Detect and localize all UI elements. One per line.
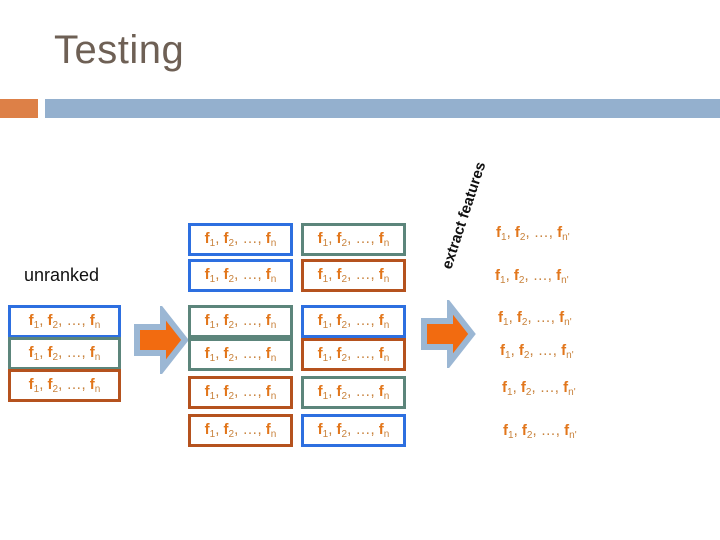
- extracted-row-4: f1, f2, …, fn': [500, 342, 574, 361]
- arrow-ranked-to-extracted-icon: [421, 300, 476, 368]
- slide-canvas: Testing unranked f1, f2, …, fn f1, f2, ……: [0, 0, 720, 540]
- feature-list-text: f1, f2, …, fn: [317, 229, 390, 249]
- feature-list-text: f1, f2, …, fn: [317, 420, 390, 440]
- extracted-row-2: f1, f2, …, fn': [495, 267, 569, 286]
- ranked-right-box-2[interactable]: f1, f2, …, fn: [301, 259, 406, 292]
- feature-list-text: f1, f2, …, fn: [317, 344, 390, 364]
- feature-list-text: f1, f2, …, fn: [28, 311, 101, 331]
- ranked-right-box-3[interactable]: f1, f2, …, fn: [301, 305, 406, 338]
- extracted-row-3: f1, f2, …, fn': [498, 309, 572, 328]
- ranked-right-box-1[interactable]: f1, f2, …, fn: [301, 223, 406, 256]
- extracted-row-6: f1, f2, …, fn': [503, 422, 577, 441]
- ranked-left-box-6[interactable]: f1, f2, …, fn: [188, 414, 293, 447]
- unranked-box-2[interactable]: f1, f2, …, fn: [8, 337, 121, 370]
- extracted-row-1: f1, f2, …, fn': [496, 224, 570, 243]
- feature-list-text: f1, f2, …, fn: [28, 343, 101, 363]
- feature-list-text: f1, f2, …, fn: [28, 375, 101, 395]
- extracted-row-5: f1, f2, …, fn': [502, 379, 576, 398]
- unranked-box-1[interactable]: f1, f2, …, fn: [8, 305, 121, 338]
- title-accent-blue-bar: [45, 99, 720, 118]
- feature-list-text: f1, f2, …, fn: [317, 311, 390, 331]
- feature-list-text: f1, f2, …, fn: [204, 420, 277, 440]
- title-accent-orange-block: [0, 99, 38, 118]
- arrow-unranked-to-ranked-icon: [134, 306, 189, 374]
- page-title: Testing: [54, 28, 185, 72]
- label-extract-features: extract features: [438, 159, 490, 272]
- ranked-left-box-4[interactable]: f1, f2, …, fn: [188, 338, 293, 371]
- feature-list-text: f1, f2, …, fn: [204, 265, 277, 285]
- unranked-box-3[interactable]: f1, f2, …, fn: [8, 369, 121, 402]
- ranked-left-box-1[interactable]: f1, f2, …, fn: [188, 223, 293, 256]
- feature-list-text: f1, f2, …, fn: [317, 382, 390, 402]
- ranked-right-box-5[interactable]: f1, f2, …, fn: [301, 376, 406, 409]
- ranked-left-box-3[interactable]: f1, f2, …, fn: [188, 305, 293, 338]
- label-unranked: unranked: [24, 265, 100, 285]
- feature-list-text: f1, f2, …, fn: [204, 311, 277, 331]
- feature-list-text: f1, f2, …, fn: [204, 382, 277, 402]
- feature-list-text: f1, f2, …, fn: [204, 229, 277, 249]
- feature-list-text: f1, f2, …, fn: [204, 344, 277, 364]
- ranked-left-box-5[interactable]: f1, f2, …, fn: [188, 376, 293, 409]
- ranked-right-box-6[interactable]: f1, f2, …, fn: [301, 414, 406, 447]
- ranked-right-box-4[interactable]: f1, f2, …, fn: [301, 338, 406, 371]
- feature-list-text: f1, f2, …, fn: [317, 265, 390, 285]
- ranked-left-box-2[interactable]: f1, f2, …, fn: [188, 259, 293, 292]
